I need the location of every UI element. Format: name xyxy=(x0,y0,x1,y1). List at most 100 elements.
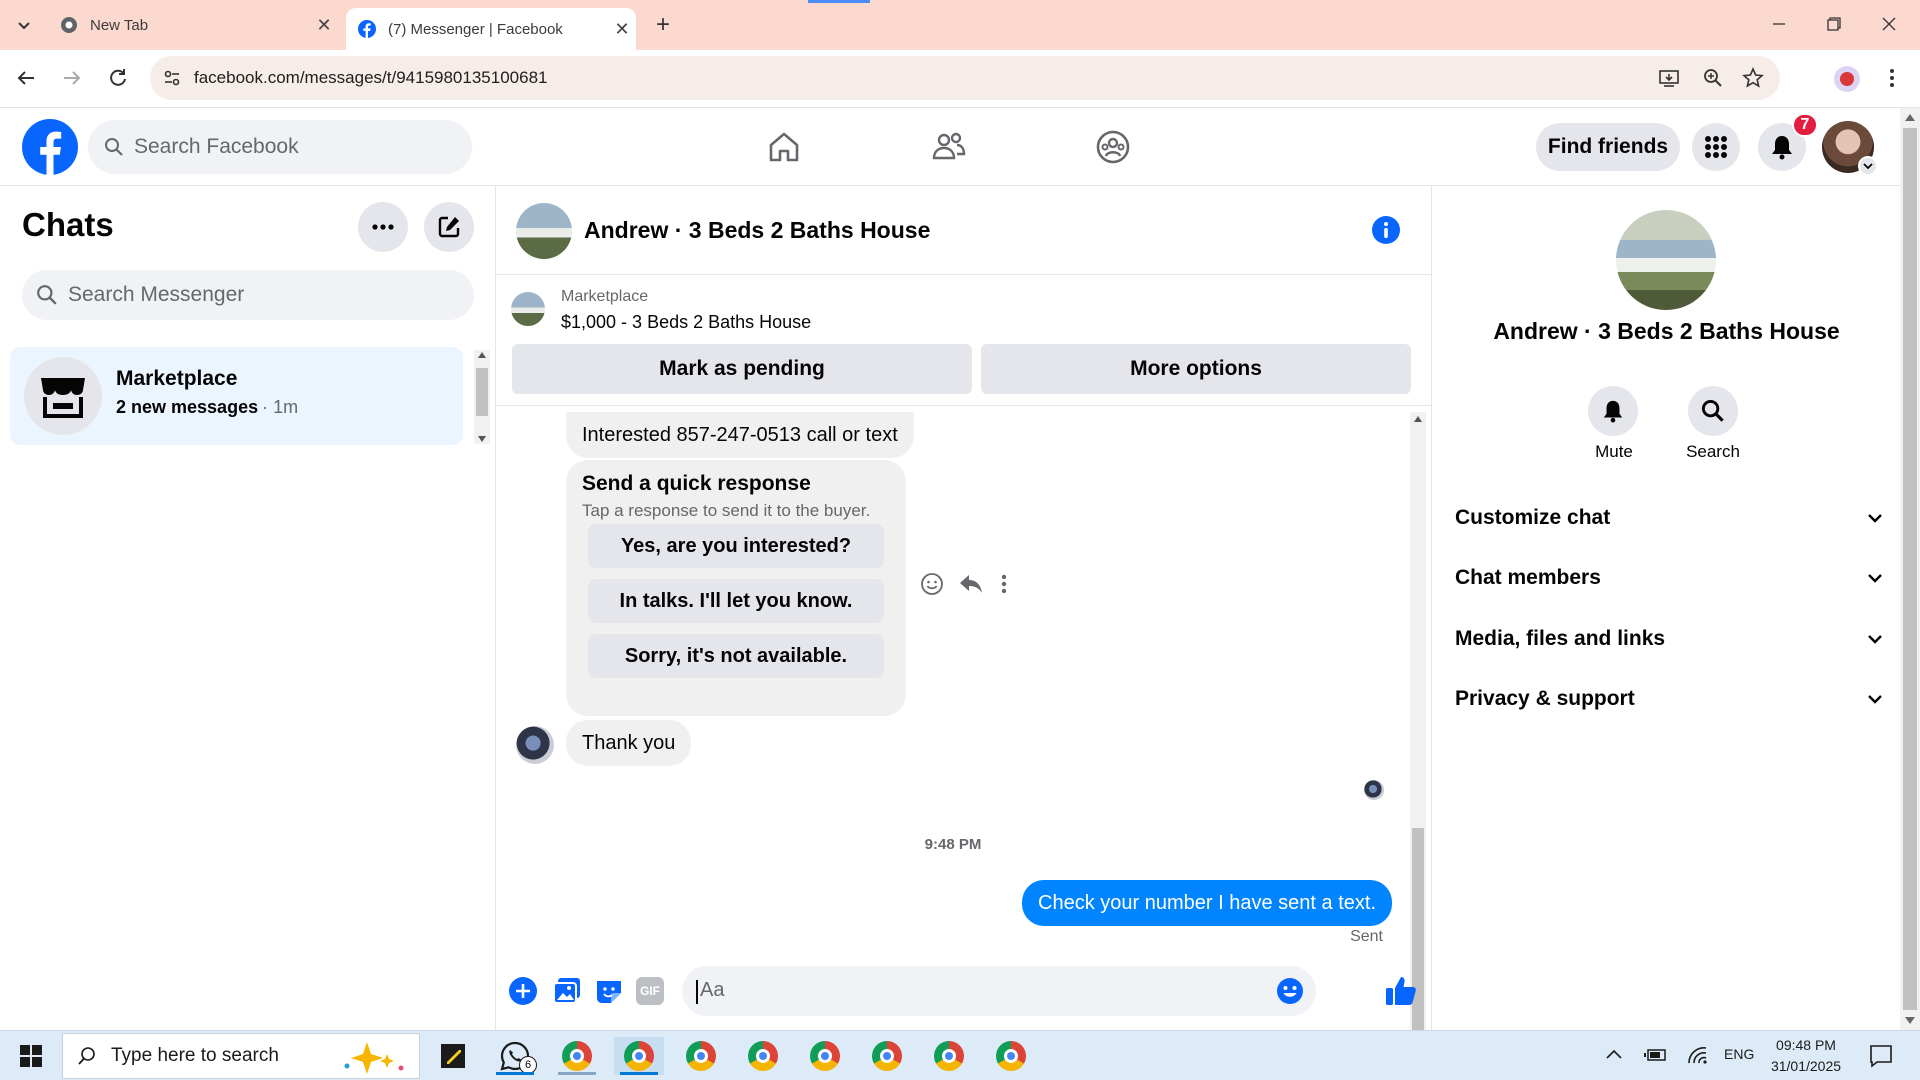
reload-icon[interactable] xyxy=(106,66,130,90)
taskbar-search-input[interactable]: Type here to search xyxy=(62,1033,420,1079)
search-action[interactable] xyxy=(1688,386,1738,436)
friends-icon[interactable] xyxy=(930,128,968,166)
section-chat-members[interactable]: Chat members xyxy=(1455,558,1885,598)
conversation-avatar[interactable] xyxy=(516,203,572,259)
more-vertical-icon[interactable] xyxy=(996,572,1012,596)
section-media-files-links[interactable]: Media, files and links xyxy=(1455,619,1885,659)
browser-menu-icon[interactable] xyxy=(1880,66,1904,90)
groups-icon[interactable] xyxy=(1094,128,1132,166)
battery-icon[interactable] xyxy=(1644,1045,1668,1065)
sender-avatar[interactable] xyxy=(516,726,554,764)
active-indicator xyxy=(496,1072,534,1075)
tab-search-dropdown-icon[interactable] xyxy=(10,12,38,38)
chrome-icon[interactable] xyxy=(986,1037,1036,1075)
page-scrollbar[interactable] xyxy=(1900,108,1920,1030)
address-bar[interactable]: facebook.com/messages/t/9415980135100681 xyxy=(150,56,1780,100)
message-bubble[interactable]: Interested 857-247-0513 call or text xyxy=(566,412,914,458)
photo-icon[interactable] xyxy=(552,976,582,1006)
chrome-icon[interactable] xyxy=(924,1037,974,1075)
menu-grid-button[interactable] xyxy=(1692,123,1740,171)
chrome-icon[interactable] xyxy=(800,1037,850,1075)
sticky-notes-icon[interactable] xyxy=(428,1037,478,1075)
section-privacy-support[interactable]: Privacy & support xyxy=(1455,679,1885,719)
copilot-sparkle-icon[interactable] xyxy=(337,1040,409,1074)
mute-action[interactable] xyxy=(1588,386,1640,436)
tab-label: New Tab xyxy=(90,16,149,34)
message-input[interactable]: Aa xyxy=(682,966,1316,1016)
quick-response-option[interactable]: Sorry, it's not available. xyxy=(588,634,884,678)
zoom-icon[interactable] xyxy=(1702,67,1724,89)
chrome-icon[interactable] xyxy=(552,1037,602,1075)
chevron-up-icon[interactable] xyxy=(1604,1045,1624,1065)
quick-response-option[interactable]: In talks. I'll let you know. xyxy=(588,579,884,623)
chrome-icon[interactable] xyxy=(676,1037,726,1075)
whatsapp-icon[interactable]: 6 xyxy=(490,1037,540,1075)
bookmark-star-icon[interactable] xyxy=(1742,67,1764,89)
chats-title: Chats xyxy=(22,206,114,243)
thumbs-up-icon[interactable] xyxy=(1384,974,1418,1008)
section-label: Customize chat xyxy=(1455,506,1611,529)
chevron-down-icon[interactable] xyxy=(1858,156,1878,176)
browser-toolbar: facebook.com/messages/t/9415980135100681 xyxy=(0,50,1920,108)
chats-options-button[interactable] xyxy=(358,202,408,252)
reply-icon[interactable] xyxy=(958,572,984,596)
chat-time: · 1m xyxy=(262,397,299,417)
messenger-search-input[interactable]: Search Messenger xyxy=(22,270,474,320)
install-app-icon[interactable] xyxy=(1658,67,1680,89)
sent-message-bubble[interactable]: Check your number I have sent a text. xyxy=(1022,880,1392,926)
clock-date: 31/01/2025 xyxy=(1770,1058,1842,1074)
chrome-icon[interactable] xyxy=(614,1037,664,1075)
restore-icon[interactable] xyxy=(1818,12,1848,36)
windows-taskbar: Type here to search 6 ENG 09:48 PM 31/01… xyxy=(0,1030,1920,1080)
conversation-title[interactable]: Andrew · 3 Beds 2 Baths House xyxy=(584,217,930,244)
chrome-icon[interactable] xyxy=(862,1037,912,1075)
add-plus-icon[interactable] xyxy=(508,976,538,1006)
conversation-details-panel: Andrew · 3 Beds 2 Baths House Mute Searc… xyxy=(1431,186,1900,1030)
forward-icon[interactable] xyxy=(60,66,84,90)
details-avatar[interactable] xyxy=(1616,210,1716,310)
gif-icon[interactable]: GIF xyxy=(636,977,664,1005)
more-options-button[interactable]: More options xyxy=(981,344,1411,394)
listing-thumbnail[interactable] xyxy=(511,292,545,326)
facebook-search-input[interactable]: Search Facebook xyxy=(88,120,472,174)
info-icon[interactable] xyxy=(1372,216,1400,244)
site-info-icon[interactable] xyxy=(150,68,194,88)
notification-center-icon[interactable] xyxy=(1868,1043,1894,1069)
chats-panel: Chats Search Messenger Marketplace 2 new… xyxy=(0,186,496,1030)
tab-new-tab[interactable]: New Tab ✕ xyxy=(48,8,338,42)
message-bubble[interactable]: Thank you xyxy=(566,720,692,766)
wifi-icon[interactable] xyxy=(1686,1045,1708,1065)
new-tab-icon[interactable]: + xyxy=(650,12,676,38)
find-friends-button[interactable]: Find friends xyxy=(1536,123,1680,171)
chat-preview: 2 new messages xyxy=(116,397,259,417)
language-indicator[interactable]: ENG xyxy=(1724,1046,1754,1062)
back-icon[interactable] xyxy=(14,66,38,90)
read-receipt-avatar xyxy=(1364,780,1384,800)
section-customize-chat[interactable]: Customize chat xyxy=(1455,498,1885,538)
mute-label: Mute xyxy=(1595,442,1633,461)
close-tab-icon[interactable]: ✕ xyxy=(310,11,338,39)
react-emoji-icon[interactable] xyxy=(920,572,944,596)
message-status: Sent xyxy=(1350,928,1383,945)
chat-list-item[interactable]: Marketplace 2 new messages · 1m xyxy=(10,347,463,445)
listing-source: Marketplace xyxy=(561,288,649,305)
sticker-icon[interactable] xyxy=(594,976,624,1006)
new-message-button[interactable] xyxy=(424,202,474,252)
close-window-icon[interactable] xyxy=(1874,12,1904,36)
chat-list-scrollbar[interactable] xyxy=(474,350,490,444)
listing-title[interactable]: $1,000 - 3 Beds 2 Baths House xyxy=(561,312,811,333)
mark-as-pending-button[interactable]: Mark as pending xyxy=(512,344,972,394)
facebook-logo-icon[interactable] xyxy=(22,119,78,175)
emoji-icon[interactable] xyxy=(1276,977,1304,1005)
profile-avatar[interactable] xyxy=(1834,66,1860,92)
home-icon[interactable] xyxy=(765,128,803,166)
tab-messenger[interactable]: (7) Messenger | Facebook ✕ xyxy=(346,8,636,50)
search-icon xyxy=(36,284,58,306)
quick-response-option[interactable]: Yes, are you interested? xyxy=(588,524,884,568)
search-icon xyxy=(104,137,124,157)
minimize-icon[interactable] xyxy=(1764,12,1794,36)
chrome-icon[interactable] xyxy=(738,1037,788,1075)
windows-start-icon[interactable] xyxy=(6,1037,56,1075)
close-tab-icon[interactable]: ✕ xyxy=(608,15,636,43)
taskbar-clock[interactable]: 09:48 PM 31/01/2025 xyxy=(1764,1035,1848,1077)
